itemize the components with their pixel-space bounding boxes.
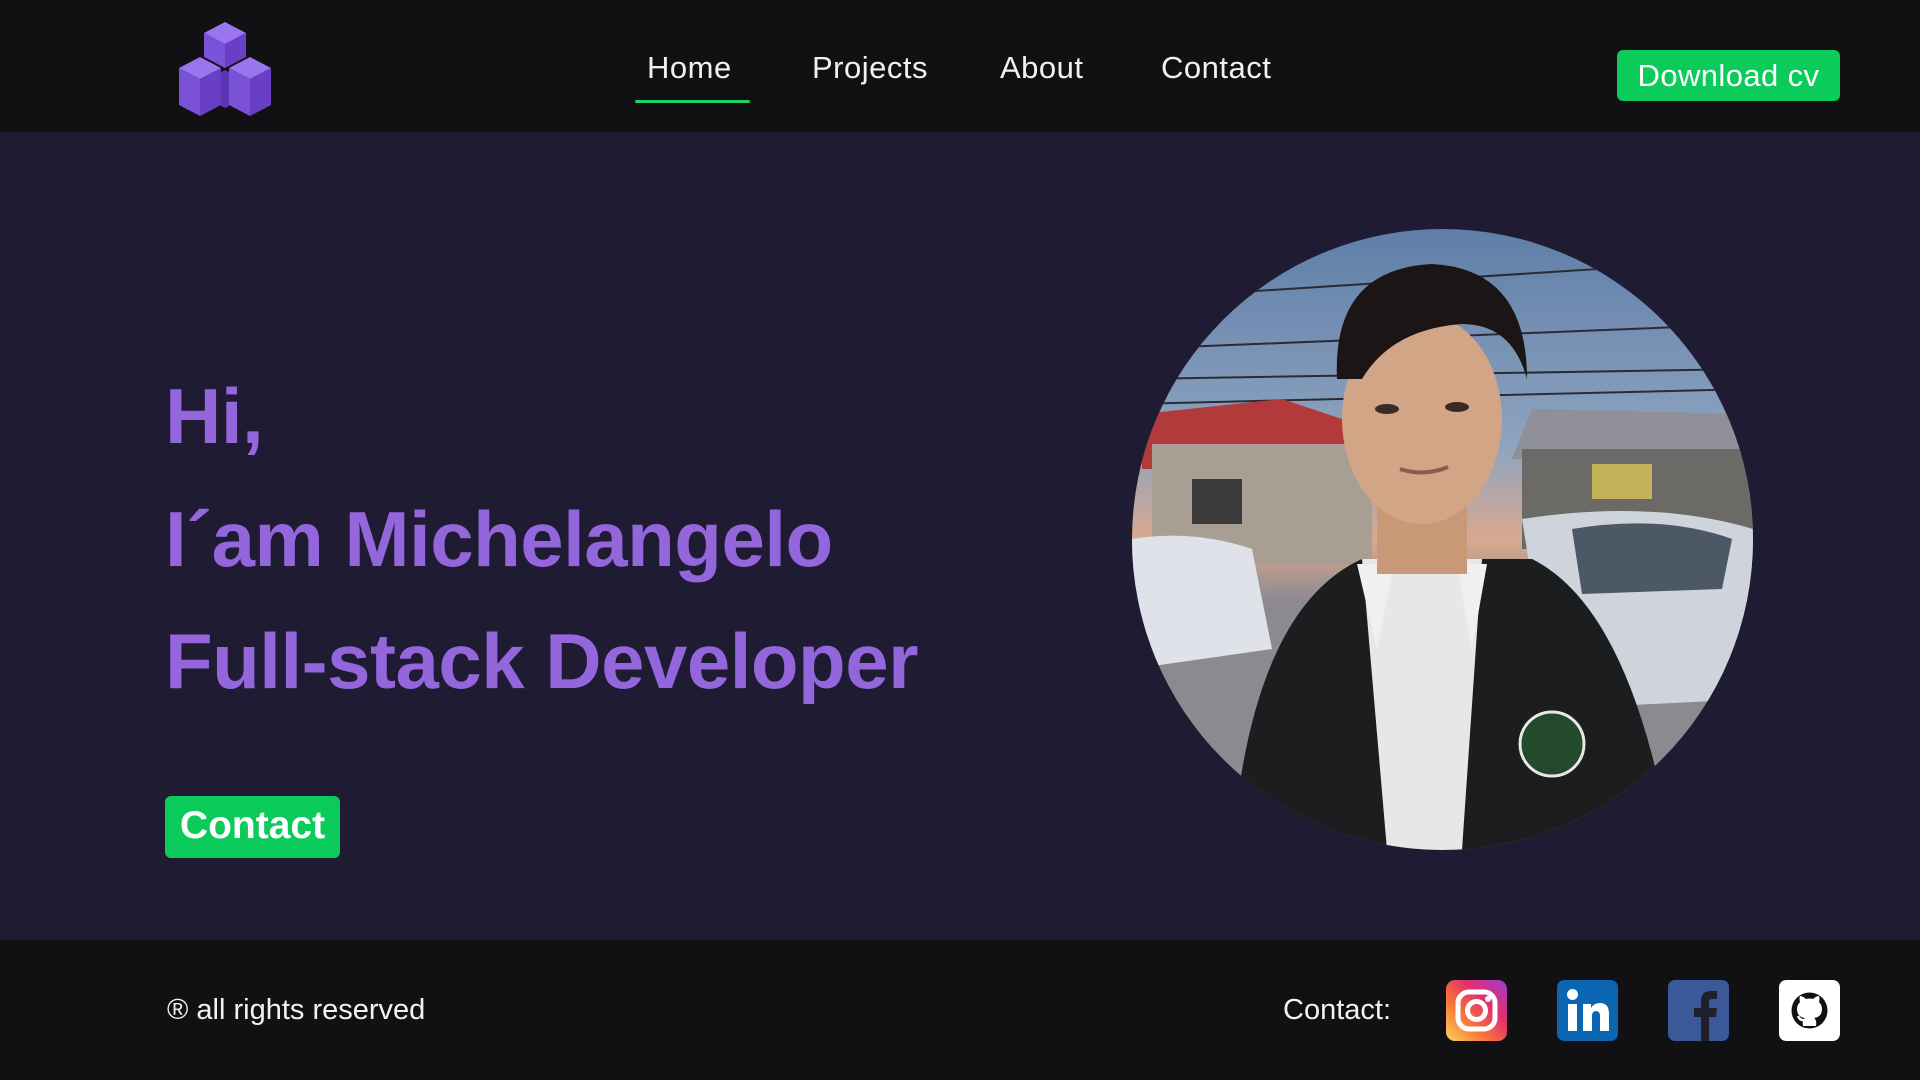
nav-projects[interactable]: Projects [812,48,928,88]
facebook-icon[interactable] [1668,980,1729,1041]
linkedin-icon[interactable] [1557,980,1618,1041]
hero-role: Full-stack Developer [165,617,918,705]
download-cv-button[interactable]: Download cv [1617,50,1840,101]
hero-section: Hi, I´am Michelangelo Full-stack Develop… [0,132,1920,940]
copyright-text: ® all rights reserved [167,994,426,1026]
hero-name: I´am Michelangelo [165,495,833,583]
nav-home[interactable]: Home [635,48,750,103]
instagram-icon[interactable] [1446,980,1507,1041]
footer: ® all rights reserved Contact: [0,940,1920,1080]
footer-contact-label: Contact: [1283,994,1391,1026]
hero-contact-button[interactable]: Contact [165,796,340,858]
github-icon[interactable] [1779,980,1840,1041]
nav-about[interactable]: About [1000,48,1084,88]
nav-contact[interactable]: Contact [1161,48,1271,88]
hero-greeting: Hi, [165,372,264,460]
profile-photo [1132,229,1753,850]
top-navbar: Home Projects About Contact Download cv [0,0,1920,132]
